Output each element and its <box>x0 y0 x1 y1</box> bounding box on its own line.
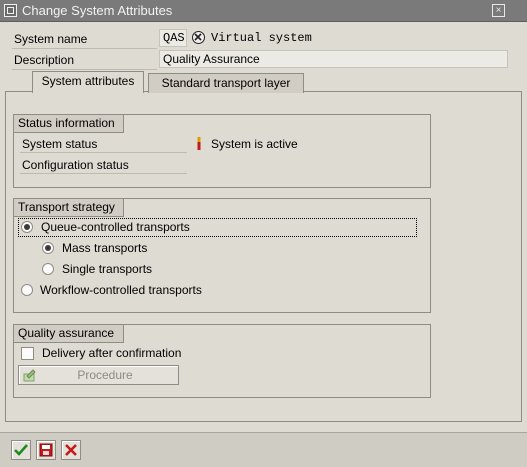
tab-label: System attributes <box>41 74 135 88</box>
window-icon <box>4 4 17 17</box>
system-status-label: System status <box>20 136 187 153</box>
workflow-controlled-label: Workflow-controlled transports <box>40 283 202 297</box>
virtual-system-label: Virtual system <box>211 31 312 45</box>
description-label: Description <box>12 51 157 70</box>
window-title: Change System Attributes <box>22 3 173 18</box>
close-icon[interactable]: × <box>492 4 505 17</box>
checkmark-icon <box>14 444 28 456</box>
delivery-after-confirmation-label: Delivery after confirmation <box>42 346 182 360</box>
status-information-title: Status information <box>14 115 124 133</box>
configuration-status-label: Configuration status <box>20 157 187 174</box>
procedure-icon <box>23 367 39 383</box>
single-transports-label: Single transports <box>62 262 153 276</box>
virtual-system-icon <box>192 31 205 44</box>
procedure-label: Procedure <box>77 368 133 382</box>
cancel-button[interactable] <box>61 440 81 460</box>
queue-controlled-label: Queue-controlled transports <box>41 220 190 234</box>
single-transports-radio[interactable] <box>42 263 54 275</box>
active-status-icon <box>196 137 202 150</box>
system-name-field: QAS <box>159 29 187 47</box>
mass-transports-label: Mass transports <box>62 241 148 255</box>
cancel-icon <box>65 444 77 456</box>
save-icon <box>39 443 53 457</box>
description-field: Quality Assurance <box>159 50 508 68</box>
system-status-value: System is active <box>211 137 298 151</box>
tab-standard-transport-layer[interactable]: Standard transport layer <box>148 73 304 93</box>
quality-assurance-title: Quality assurance <box>14 325 124 343</box>
tab-edge <box>6 91 32 92</box>
transport-strategy-title: Transport strategy <box>14 199 124 217</box>
tab-system-attributes[interactable]: System attributes <box>32 71 144 93</box>
save-button[interactable] <box>36 440 56 460</box>
queue-controlled-radio[interactable] <box>21 221 33 233</box>
tab-label: Standard transport layer <box>161 76 291 90</box>
confirm-button[interactable] <box>11 440 31 460</box>
system-name-label: System name <box>12 30 157 49</box>
delivery-after-confirmation-checkbox[interactable] <box>21 347 34 360</box>
mass-transports-radio[interactable] <box>42 242 54 254</box>
workflow-controlled-radio[interactable] <box>21 284 33 296</box>
